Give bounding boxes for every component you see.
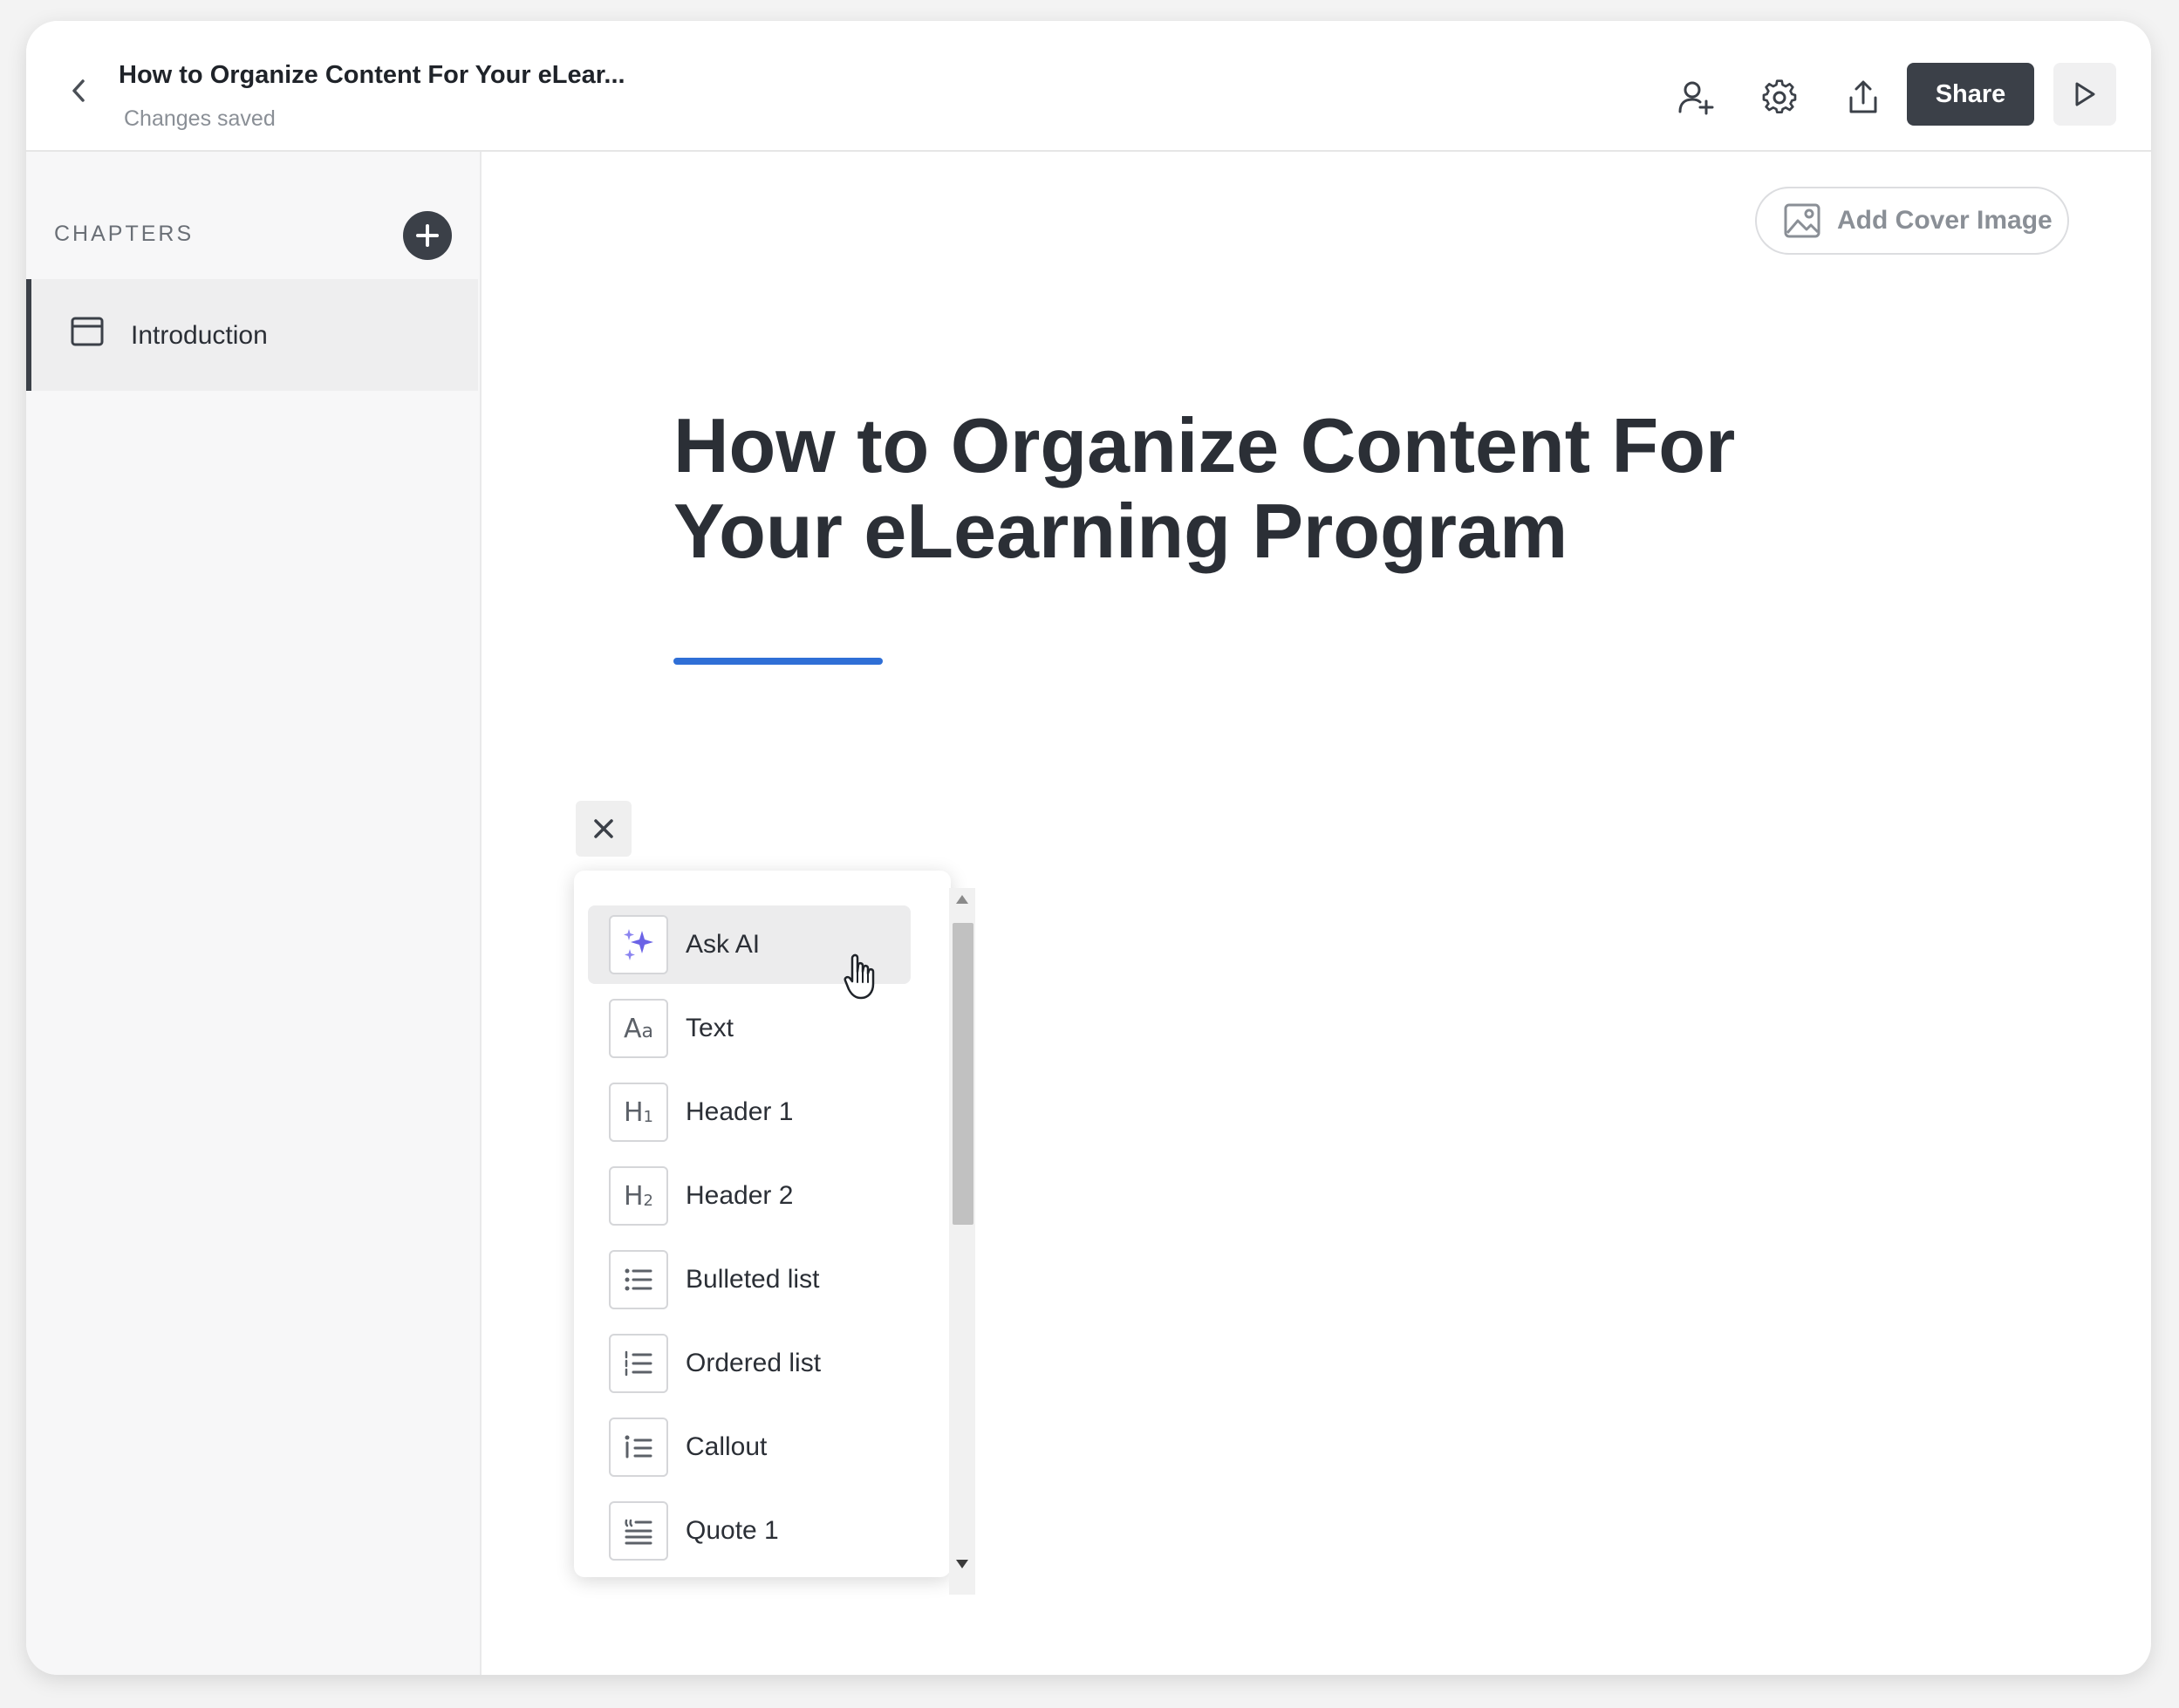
plus-icon [416, 224, 439, 247]
menu-item-ordered-list[interactable]: Ordered list [588, 1324, 911, 1403]
chapter-item-introduction[interactable]: Introduction [26, 279, 478, 391]
menu-item-bulleted-list[interactable]: Bulleted list [588, 1240, 911, 1319]
chapters-sidebar: CHAPTERS Introduction [26, 152, 482, 1675]
add-chapter-button[interactable] [403, 211, 452, 260]
play-icon [2075, 82, 2095, 106]
app-window: How to Organize Content For Your eLear..… [26, 21, 2151, 1675]
menu-item-header-1[interactable]: H1 Header 1 [588, 1073, 911, 1151]
close-menu-button[interactable] [576, 801, 632, 857]
add-collaborator-button[interactable] [1671, 73, 1720, 122]
gear-icon [1762, 79, 1797, 114]
menu-item-quote-1[interactable]: Quote 1 [588, 1492, 911, 1570]
header-1-icon: H1 [609, 1083, 668, 1142]
chevron-left-icon [72, 79, 85, 102]
menu-item-label: Ask AI [686, 930, 761, 959]
export-icon [1849, 80, 1877, 113]
title-accent-bar [673, 658, 883, 665]
export-button[interactable] [1839, 73, 1888, 122]
hand-cursor-icon [844, 953, 875, 1000]
menu-item-label: Quote 1 [686, 1516, 779, 1545]
close-icon [594, 819, 613, 838]
preview-button[interactable] [2053, 63, 2116, 126]
sparkle-icon [609, 915, 668, 974]
bulleted-list-icon [609, 1250, 668, 1309]
menu-item-label: Header 1 [686, 1097, 794, 1126]
save-status: Changes saved [124, 106, 276, 131]
menu-item-label: Text [686, 1014, 734, 1042]
callout-icon [609, 1418, 668, 1477]
menu-scrollbar-thumb[interactable] [953, 923, 973, 1225]
add-user-icon [1678, 81, 1714, 115]
settings-button[interactable] [1755, 73, 1804, 122]
chapter-card-icon [71, 317, 104, 346]
menu-item-callout[interactable]: Callout [588, 1408, 911, 1486]
add-cover-image-button[interactable]: Add Cover Image [1755, 187, 2069, 255]
scroll-up-arrow-icon[interactable] [956, 895, 968, 904]
chapter-label: Introduction [131, 321, 268, 350]
quote-icon [609, 1501, 668, 1561]
ordered-list-icon [609, 1334, 668, 1393]
block-type-menu: Ask AI Aa Text H1 Header 1 H2 Header 2 B… [574, 871, 951, 1577]
menu-item-label: Bulleted list [686, 1265, 820, 1294]
page-title[interactable]: How to Organize Content For Your eLearni… [673, 403, 1895, 574]
text-icon: Aa [609, 999, 668, 1058]
image-icon [1783, 202, 1821, 240]
share-button[interactable]: Share [1907, 63, 2034, 126]
menu-item-header-2[interactable]: H2 Header 2 [588, 1157, 911, 1235]
menu-item-label: Header 2 [686, 1181, 794, 1210]
menu-item-label: Ordered list [686, 1349, 822, 1377]
add-cover-image-label: Add Cover Image [1837, 206, 2053, 235]
top-bar: How to Organize Content For Your eLear..… [26, 21, 2151, 152]
document-title: How to Organize Content For Your eLear..… [119, 61, 625, 89]
back-button[interactable] [58, 66, 99, 115]
menu-item-label: Callout [686, 1432, 768, 1461]
header-2-icon: H2 [609, 1166, 668, 1226]
chapters-heading: CHAPTERS [54, 222, 195, 246]
scroll-down-arrow-icon[interactable] [956, 1560, 968, 1568]
